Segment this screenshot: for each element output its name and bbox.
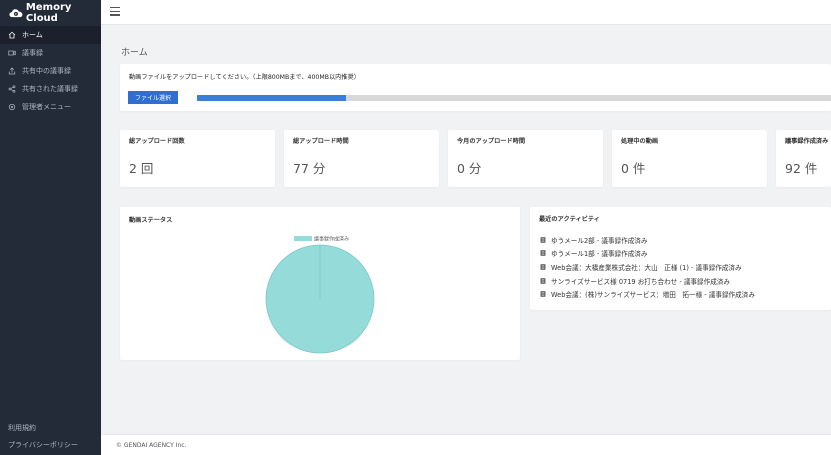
upload-progress-fill [197, 95, 346, 101]
activity-text: Web会議：大橋産業株式会社：大山 正様 (1) - 議事録作成済み [551, 263, 742, 272]
document-icon [540, 277, 546, 284]
sidebar-item-admin[interactable]: 管理者メニュー [0, 98, 101, 116]
stat-value: 2 回 [129, 161, 154, 176]
stat-card-month-upload-time: 今月のアップロード時間 0 分 [448, 130, 603, 187]
legend-swatch [294, 236, 312, 241]
stat-label: 議事録作成済み [785, 138, 829, 145]
sidebar-item-shared[interactable]: 共有された議事録 [0, 80, 101, 98]
gear-icon [8, 103, 16, 111]
activity-item[interactable]: ゆうメール2部 - 議事録作成済み [540, 233, 755, 247]
video-icon [8, 50, 16, 56]
sidebar-item-label: ホーム [22, 31, 43, 39]
hamburger-menu-icon[interactable] [110, 7, 120, 16]
stat-card-total-upload-time: 総アップロード時間 77 分 [284, 130, 439, 187]
video-status-pie-chart: 議事録作成済み [265, 236, 375, 354]
privacy-link[interactable]: プライバシーポリシー [8, 440, 78, 450]
upload-card: 動画ファイルをアップロードしてください。（上限800MBまで、400MB以内推奨… [120, 64, 831, 111]
sidebar-item-label: 共有中の議事録 [22, 67, 71, 75]
stat-card-minutes-created: 議事録作成済み 92 件 [776, 130, 831, 187]
file-select-button[interactable]: ファイル選択 [128, 91, 178, 104]
footer: © GENDAI AGENCY Inc. [101, 434, 831, 455]
activity-text: サンライズサービス様 0719 お打ち合わせ - 議事録作成済み [551, 277, 731, 286]
sidebar-item-home[interactable]: ホーム [0, 26, 101, 44]
sidebar-item-label: 管理者メニュー [22, 103, 71, 111]
terms-link[interactable]: 利用規約 [8, 423, 36, 433]
stat-card-total-uploads: 総アップロード回数 2 回 [120, 130, 275, 187]
document-icon [540, 250, 546, 257]
activity-list: ゆうメール2部 - 議事録作成済み ゆうメール1部 - 議事録作成済み Web会… [540, 233, 755, 301]
sidebar-item-sharing[interactable]: 共有中の議事録 [0, 62, 101, 80]
upload-instruction: 動画ファイルをアップロードしてください。（上限800MBまで、400MB以内推奨… [129, 74, 360, 81]
legend-label: 議事録作成済み [314, 236, 349, 243]
stat-label: 総アップロード回数 [129, 138, 185, 145]
share-icon [8, 85, 16, 93]
upload-share-icon [8, 67, 16, 75]
sidebar-item-label: 議事録 [22, 49, 43, 57]
document-icon [540, 237, 546, 243]
activity-text: ゆうメール2部 - 議事録作成済み [551, 236, 648, 245]
sidebar-item-label: 共有された議事録 [22, 85, 78, 93]
copyright-text: © GENDAI AGENCY Inc. [116, 442, 187, 449]
activity-text: Web会議：(株)サンライズサービス：増田 拓一様 - 議事録作成済み [551, 291, 755, 300]
app-name: Memory Cloud [25, 2, 72, 24]
activity-title: 最近のアクティビティ [539, 216, 600, 223]
activity-item[interactable]: ゆうメール1部 - 議事録作成済み [540, 247, 755, 261]
upload-progress-bar [197, 95, 831, 101]
stat-value: 0 件 [621, 161, 646, 176]
cloud-logo-icon [9, 9, 23, 18]
stat-label: 総アップロード時間 [293, 138, 349, 145]
document-icon [540, 264, 546, 270]
activity-item[interactable]: Web会議：大橋産業株式会社：大山 正様 (1) - 議事録作成済み [540, 260, 755, 274]
home-icon [8, 31, 16, 39]
stat-value: 77 分 [293, 161, 326, 176]
stat-value: 0 分 [457, 161, 482, 176]
stat-value: 92 件 [785, 161, 818, 176]
document-icon [540, 291, 546, 297]
recent-activity-card: 最近のアクティビティ ゆうメール2部 - 議事録作成済み ゆうメール1部 - 議… [530, 207, 831, 310]
page-title: ホーム [121, 48, 148, 58]
top-bar [101, 0, 831, 25]
activity-item[interactable]: サンライズサービス様 0719 お打ち合わせ - 議事録作成済み [540, 274, 755, 288]
activity-text: ゆうメール1部 - 議事録作成済み [551, 250, 648, 259]
stat-label: 処理中の動画 [621, 138, 659, 145]
brand[interactable]: Memory Cloud [0, 0, 101, 26]
sidebar: Memory Cloud ホーム 議事録 共有中の議事録 共有された議事録 管理… [0, 0, 101, 455]
stat-label: 今月のアップロード時間 [457, 138, 526, 145]
sidebar-item-minutes[interactable]: 議事録 [0, 44, 101, 62]
video-status-card: 動画ステータス 議事録作成済み [120, 207, 520, 360]
stat-card-processing: 処理中の動画 0 件 [612, 130, 767, 187]
activity-item[interactable]: Web会議：(株)サンライズサービス：増田 拓一様 - 議事録作成済み [540, 287, 755, 301]
